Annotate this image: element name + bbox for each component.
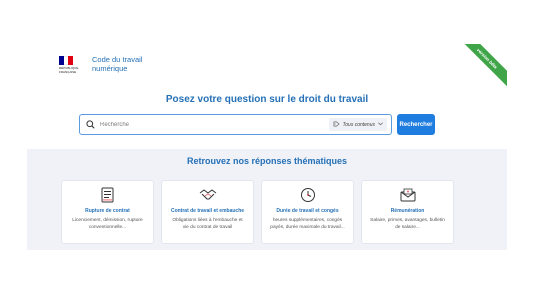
card-title: Rémunération	[390, 208, 425, 214]
search-box: Tous contenus	[79, 114, 392, 135]
french-flag-icon	[59, 56, 74, 65]
clock-icon	[262, 186, 353, 203]
handshake-icon	[162, 186, 253, 203]
site-logo[interactable]: RÉPUBLIQUE FRANÇAISE Code du travail num…	[59, 55, 142, 78]
card-description: Salaire, primes, avantages, bulletin de …	[370, 218, 445, 230]
card-description: Obligations liées à l'embauche et vie du…	[172, 218, 243, 230]
card-title: Rupture de contrat	[85, 208, 130, 214]
search-bar: Tous contenus Rechercher	[79, 114, 435, 135]
search-button[interactable]: Rechercher	[397, 114, 435, 135]
theme-card-rupture[interactable]: Rupture de contrat Licenciement, démissi…	[61, 180, 154, 244]
marianne-logo: RÉPUBLIQUE FRANÇAISE	[59, 56, 87, 78]
card-description: Licenciement, démission, rupture convent…	[72, 218, 143, 230]
themes-title: Retrouvez nos réponses thématiques	[186, 156, 348, 166]
tag-icon	[333, 121, 340, 129]
page: RÉPUBLIQUE FRANÇAISE Code du travail num…	[27, 44, 507, 250]
money-envelope-icon	[362, 186, 453, 203]
chevron-down-icon	[378, 122, 383, 128]
theme-cards: Rupture de contrat Licenciement, démissi…	[61, 180, 454, 244]
site-name-line2: numérique	[92, 63, 128, 73]
search-icon	[80, 120, 100, 129]
filter-label: Tous contenus	[342, 121, 375, 128]
search-input[interactable]	[100, 121, 329, 128]
document-icon	[62, 186, 153, 203]
content-filter-select[interactable]: Tous contenus	[328, 118, 387, 131]
card-title: Durée de travail et congés	[276, 208, 339, 214]
theme-card-remuneration[interactable]: Rémunération Salaire, primes, avantages,…	[361, 180, 454, 244]
beta-ribbon: version bêta	[454, 44, 507, 91]
themes-section: Retrouvez nos réponses thématiques Ruptu…	[27, 149, 507, 250]
theme-card-contrat[interactable]: Contrat de travail et embauche Obligatio…	[161, 180, 254, 244]
republic-text: RÉPUBLIQUE FRANÇAISE	[59, 66, 79, 74]
hero-title: Posez votre question sur le droit du tra…	[165, 94, 369, 105]
site-name: Code du travail numérique	[92, 55, 142, 73]
card-title: Contrat de travail et embauche	[170, 208, 245, 214]
card-description: heures supplémentaires, congés payés, du…	[270, 218, 345, 230]
theme-card-duree[interactable]: Durée de travail et congés heures supplé…	[261, 180, 354, 244]
